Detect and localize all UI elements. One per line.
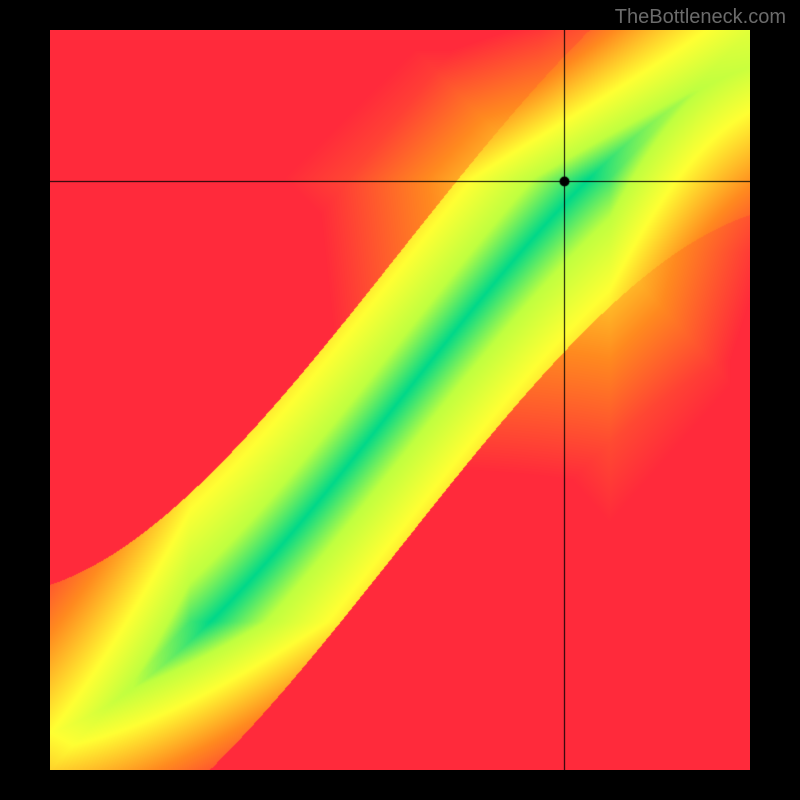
chart-container: TheBottleneck.com — [0, 0, 800, 800]
heatmap-plot — [50, 30, 750, 770]
heatmap-canvas — [50, 30, 750, 770]
watermark-text: TheBottleneck.com — [615, 6, 786, 29]
